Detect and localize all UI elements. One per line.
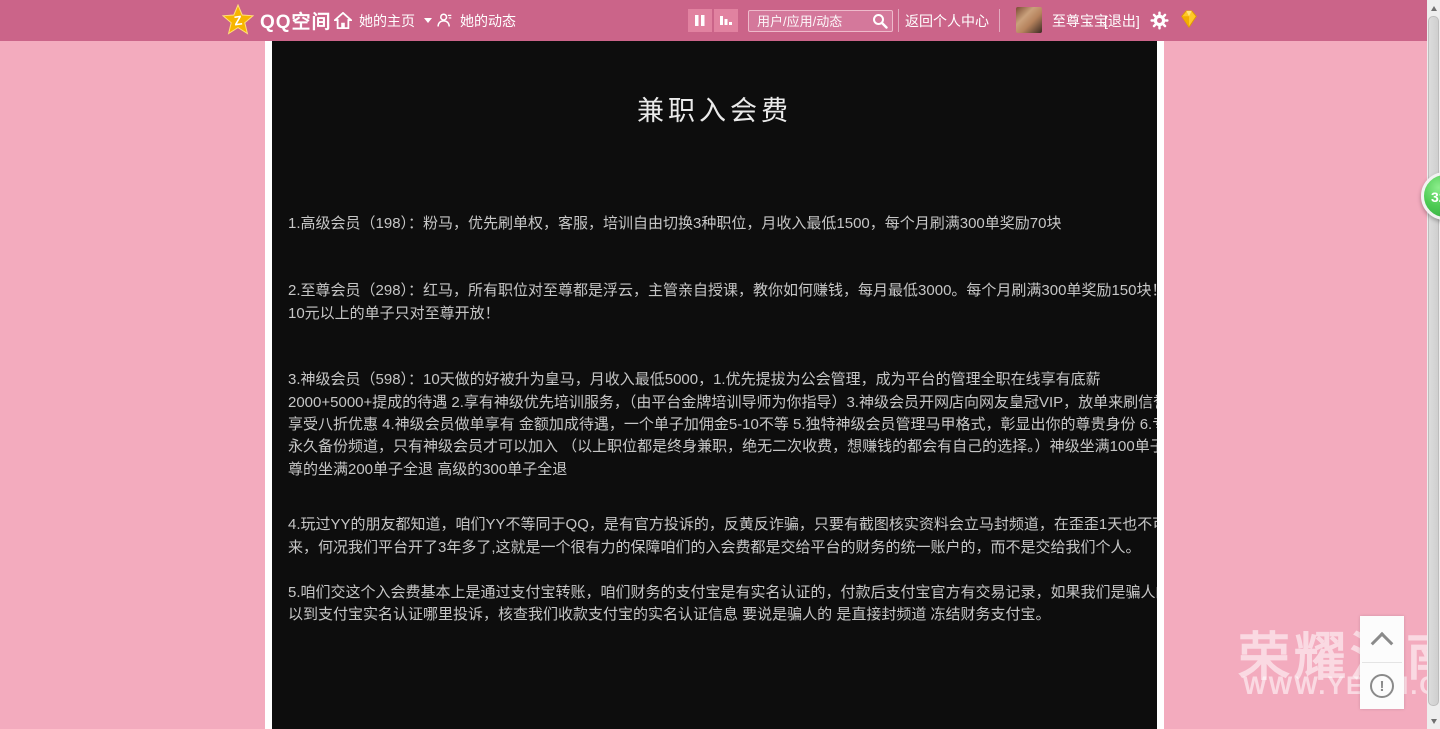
logo-text: QQ空间 bbox=[260, 7, 332, 34]
paragraph: 1.高级会员（198）：粉马，优先刷单权，客服，培训自由切换3种职位，月收入最低… bbox=[288, 213, 1157, 235]
star-icon: Z bbox=[222, 4, 254, 36]
scroll-up-button[interactable] bbox=[1427, 0, 1440, 16]
qzone-logo[interactable]: Z QQ空间 bbox=[222, 4, 332, 36]
stats-app-button[interactable] bbox=[714, 9, 738, 32]
pause-icon bbox=[694, 14, 706, 27]
paragraph: 3.神级会员（598）：10天做的好被升为皇马，月收入最低5000，1.优先提拔… bbox=[288, 369, 1157, 481]
vip-gem-button[interactable] bbox=[1178, 9, 1200, 34]
page-title: 兼职入会费 bbox=[272, 89, 1157, 125]
back-to-top-button[interactable] bbox=[1360, 616, 1404, 662]
scroll-thumb[interactable] bbox=[1428, 16, 1439, 706]
username-text: 至尊宝宝 bbox=[1052, 11, 1108, 31]
paragraph-line: 10元以上的单子只对至尊开放！ bbox=[288, 303, 1157, 325]
paragraph: 4.玩过YY的朋友都知道，咱们YY不等同于QQ，是有官方投诉的，反黄反诈骗，只要… bbox=[288, 514, 1157, 559]
scroll-down-button[interactable] bbox=[1427, 713, 1440, 729]
chevron-up-icon bbox=[1371, 632, 1394, 655]
chevron-down-icon bbox=[424, 18, 432, 23]
paragraph-line: 1.高级会员（198）：粉马，优先刷单权，客服，培训自由切换3种职位，月收入最低… bbox=[288, 213, 1157, 235]
bar-chart-icon bbox=[719, 14, 733, 27]
report-button[interactable]: ! bbox=[1360, 663, 1404, 709]
return-link-label: 返回个人中心 bbox=[905, 11, 989, 31]
home-icon bbox=[334, 12, 352, 29]
return-personal-center-link[interactable]: 返回个人中心 bbox=[905, 0, 989, 41]
paragraph: 2.至尊会员（298）：红马，所有职位对至尊都是浮云，主管亲自授课，教你如何赚钱… bbox=[288, 280, 1157, 325]
paragraph-line: 享受八折优惠 4.神级会员做单享有 金额加成待遇，一个单子加佣金5-10不等 5… bbox=[288, 414, 1157, 436]
paragraph-line: 永久备份频道，只有神级会员才可以加入 （以上职位都是终身兼职，绝无二次收费，想赚… bbox=[288, 436, 1157, 458]
watermark-site-name: 荣耀渭南网 bbox=[1238, 615, 1440, 690]
scroll-up-icon bbox=[1431, 6, 1437, 11]
watermark-site-url: WWW.YEWN.CN bbox=[1243, 672, 1440, 701]
badge-value: 32 bbox=[1431, 189, 1440, 205]
settings-button[interactable] bbox=[1150, 11, 1169, 35]
search-icon[interactable] bbox=[872, 13, 888, 29]
nav-label: 她的动态 bbox=[460, 11, 516, 31]
paragraphs: 1.高级会员（198）：粉马，优先刷单权，客服，培训自由切换3种职位，月收入最低… bbox=[272, 213, 1157, 627]
nav-her-feeds[interactable]: 她的动态 bbox=[436, 0, 516, 41]
logout-link[interactable]: [退出] bbox=[1104, 0, 1140, 41]
floating-green-badge[interactable]: 32 bbox=[1421, 172, 1440, 220]
paragraph: 5.咱们交这个入会费基本上是通过支付宝转账，咱们财务的支付宝是有实名认证的，付款… bbox=[288, 582, 1157, 627]
vertical-scrollbar[interactable] bbox=[1427, 0, 1440, 729]
paragraph-line: 2000+5000+提成的待遇 2.享有神级优先培训服务，（由平台金牌培训导师为… bbox=[288, 392, 1157, 414]
username-label[interactable]: 至尊宝宝 bbox=[1052, 0, 1108, 41]
search-input[interactable] bbox=[757, 14, 872, 29]
gem-icon bbox=[1178, 9, 1200, 29]
paragraph-line: 4.玩过YY的朋友都知道，咱们YY不等同于QQ，是有官方投诉的，反黄反诈骗，只要… bbox=[288, 514, 1157, 536]
logout-text: [退出] bbox=[1104, 11, 1140, 31]
header-bar: Z QQ空间 她的主页 她的动态 bbox=[0, 0, 1440, 41]
header-divider bbox=[898, 9, 899, 32]
person-icon bbox=[436, 12, 453, 29]
gear-icon bbox=[1150, 11, 1169, 30]
scroll-down-icon bbox=[1431, 719, 1437, 724]
header-divider bbox=[999, 9, 1000, 32]
paragraph-line: 来，何况我们平台开了3年多了,这就是一个很有力的保障咱们的入会费都是交给平台的财… bbox=[288, 537, 1157, 559]
page-tools-panel: ! bbox=[1360, 616, 1404, 709]
paragraph-line: 2.至尊会员（298）：红马，所有职位对至尊都是浮云，主管亲自授课，教你如何赚钱… bbox=[288, 280, 1157, 302]
paragraph-line: 3.神级会员（598）：10天做的好被升为皇马，月收入最低5000，1.优先提拔… bbox=[288, 369, 1157, 391]
alert-icon: ! bbox=[1370, 674, 1394, 698]
content-panel: 兼职入会费 1.高级会员（198）：粉马，优先刷单权，客服，培训自由切换3种职位… bbox=[272, 41, 1157, 729]
nav-her-homepage[interactable]: 她的主页 bbox=[334, 0, 432, 41]
paragraph-line: 尊的坐满200单子全退 高级的300单子全退 bbox=[288, 459, 1157, 481]
paragraph-line: 5.咱们交这个入会费基本上是通过支付宝转账，咱们财务的支付宝是有实名认证的，付款… bbox=[288, 582, 1157, 604]
alert-mark: ! bbox=[1380, 678, 1385, 695]
user-avatar[interactable] bbox=[1016, 7, 1042, 33]
search-box bbox=[748, 10, 893, 32]
nav-label: 她的主页 bbox=[359, 11, 415, 31]
paragraph-line: 以到支付宝实名认证哪里投诉，核查我们收款支付宝的实名认证信息 要说是骗人的 是直… bbox=[288, 604, 1157, 626]
pause-app-button[interactable] bbox=[688, 9, 712, 32]
